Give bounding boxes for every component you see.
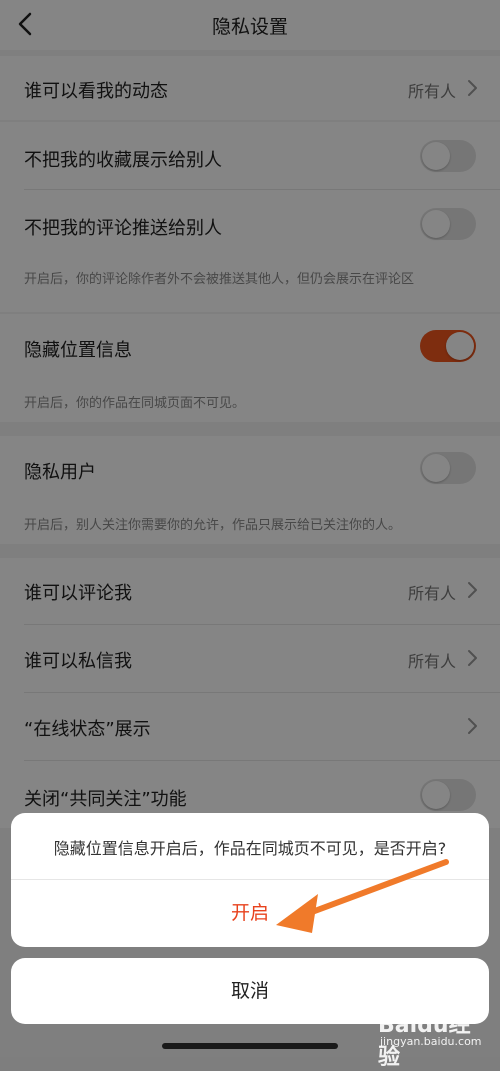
watermark-url: jingyan.baidu.com — [380, 1035, 482, 1048]
baidu-watermark: Baidu经验 jingyan.baidu.com — [372, 1005, 492, 1070]
annotation-arrow-icon — [276, 859, 449, 933]
home-indicator — [162, 1043, 338, 1049]
